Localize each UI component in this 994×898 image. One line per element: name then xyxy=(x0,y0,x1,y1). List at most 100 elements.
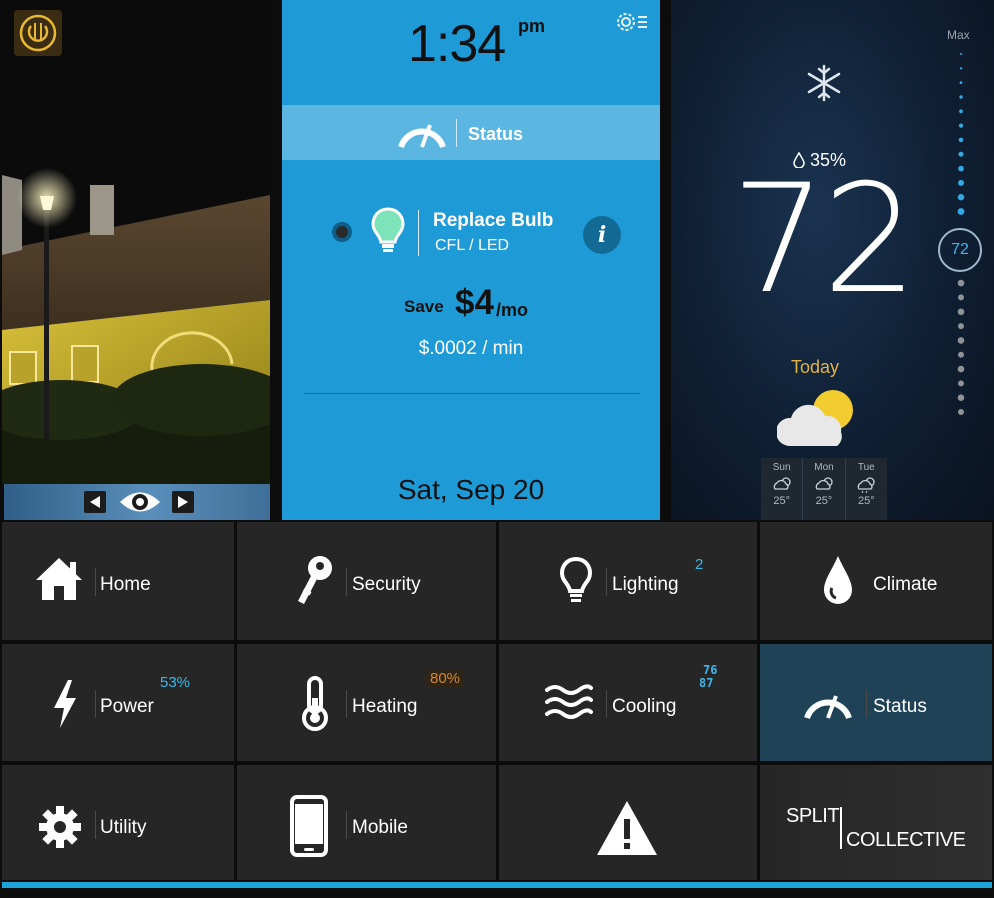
tile-label: Home xyxy=(100,574,151,595)
slider-dot xyxy=(958,351,964,358)
water-drop-icon xyxy=(824,556,852,604)
tip-select-radio[interactable] xyxy=(332,222,352,242)
lightning-bolt-icon xyxy=(54,680,76,728)
tip-separator xyxy=(418,210,419,256)
forecast-day: Mon 25° xyxy=(802,458,844,520)
tile-label: Heating xyxy=(352,696,418,717)
camera-feed-panel xyxy=(2,0,270,520)
tip-title: Replace Bulb xyxy=(433,210,554,231)
tile-separator xyxy=(346,568,347,596)
tile-heating[interactable]: Heating 80% xyxy=(237,644,496,761)
power-button[interactable] xyxy=(14,10,62,56)
slider-dot xyxy=(959,109,963,114)
slider-dot xyxy=(957,365,965,373)
next-arrow-icon xyxy=(178,496,188,508)
thermometer-icon xyxy=(302,676,328,731)
snowflake-icon xyxy=(807,64,841,102)
partly-cloudy-icon xyxy=(773,477,791,490)
tile-lighting[interactable]: Lighting 2 xyxy=(499,522,757,640)
setpoint-value: 72 xyxy=(951,241,969,258)
lighting-badge: 2 xyxy=(695,556,704,573)
tip-subtitle: CFL / LED xyxy=(435,237,510,254)
camera-controls xyxy=(4,484,270,520)
forecast-temp: 25° xyxy=(815,495,833,507)
tile-separator xyxy=(95,811,96,839)
tile-label: Status xyxy=(873,696,927,717)
slider-dot xyxy=(959,67,963,70)
info-button[interactable]: i xyxy=(583,216,621,254)
cooling-badge: 76 87 xyxy=(699,664,717,690)
slider-dot xyxy=(957,308,965,316)
brand-logo: SPLIT COLLECTIVE xyxy=(786,805,976,855)
slider-dot xyxy=(958,151,964,157)
warning-icon xyxy=(597,801,657,855)
tile-security[interactable]: Security xyxy=(237,522,496,640)
brand-line1: SPLIT xyxy=(786,805,840,827)
tile-separator xyxy=(346,811,347,839)
forecast-temp: 25° xyxy=(858,495,875,507)
slider-dot xyxy=(959,81,963,84)
lightbulb-outline-icon xyxy=(559,556,593,602)
tile-separator xyxy=(606,568,607,596)
next-camera-button[interactable] xyxy=(172,491,194,513)
tile-utility[interactable]: Utility xyxy=(2,765,234,880)
current-date: Sat, Sep 20 xyxy=(397,474,545,505)
tile-climate[interactable]: Climate xyxy=(760,522,992,640)
tile-mobile[interactable]: Mobile xyxy=(237,765,496,880)
tile-cooling[interactable]: Cooling 76 87 xyxy=(499,644,757,761)
save-label: Save xyxy=(404,297,444,316)
slider-dot xyxy=(958,380,964,387)
gear-icon xyxy=(617,13,647,31)
rain-icon xyxy=(858,477,875,493)
prev-camera-button[interactable] xyxy=(84,491,106,513)
clock-ampm: pm xyxy=(518,16,545,36)
bottom-accent-bar xyxy=(2,882,992,888)
home-icon xyxy=(36,558,82,600)
tile-separator xyxy=(606,690,607,718)
climate-panel: 35% 72 Today Sun 25° Mon 25° Tue 25° Max 72 xyxy=(671,0,994,520)
forecast-day-label: Tue xyxy=(857,462,875,473)
save-amount: $4 xyxy=(455,283,494,322)
slider-dot xyxy=(958,294,964,301)
slider-dot xyxy=(958,123,964,128)
slider-dot xyxy=(957,337,965,344)
tile-separator xyxy=(95,568,96,596)
tile-power[interactable]: Power 53% xyxy=(2,644,234,761)
save-unit: /mo xyxy=(496,300,529,320)
today-label: Today xyxy=(791,357,840,377)
slider-dot xyxy=(958,323,964,330)
eye-icon xyxy=(120,492,160,512)
view-camera-button[interactable] xyxy=(118,489,162,515)
tile-brand: SPLIT COLLECTIVE xyxy=(760,765,992,880)
brand-line2: COLLECTIVE xyxy=(846,829,966,851)
setpoint-knob[interactable]: 72 xyxy=(938,228,982,272)
forecast-day-label: Sun xyxy=(772,462,791,473)
settings-button[interactable] xyxy=(614,10,648,34)
tile-label: Security xyxy=(352,574,421,595)
tile-home[interactable]: Home xyxy=(2,522,234,640)
tile-separator xyxy=(95,690,96,718)
slider-dot xyxy=(958,409,964,415)
tile-status[interactable]: Status xyxy=(760,644,992,761)
clock-time: 1:34 xyxy=(408,15,506,73)
heating-badge: 80% xyxy=(426,670,465,687)
status-separator xyxy=(456,119,457,147)
gauge-icon xyxy=(804,695,852,720)
tile-alert[interactable] xyxy=(499,765,757,880)
current-temperature: 72 xyxy=(731,153,918,327)
panel-divider xyxy=(304,393,640,394)
slider-dot xyxy=(958,137,964,143)
partly-sunny-icon xyxy=(777,390,853,446)
brand-divider xyxy=(840,807,842,849)
slider-dot xyxy=(959,95,963,99)
status-label: Status xyxy=(468,124,524,144)
lightbulb-icon xyxy=(371,207,405,252)
forecast-strip: Sun 25° Mon 25° Tue 25° xyxy=(761,458,887,520)
tile-label: Mobile xyxy=(352,817,408,838)
power-badge: 53% xyxy=(160,674,191,691)
forecast-day: Sun 25° xyxy=(761,458,802,520)
camera-image xyxy=(2,0,270,520)
info-icon: i xyxy=(597,222,607,248)
status-header-button[interactable]: Status xyxy=(282,105,660,160)
waves-icon xyxy=(545,684,593,719)
